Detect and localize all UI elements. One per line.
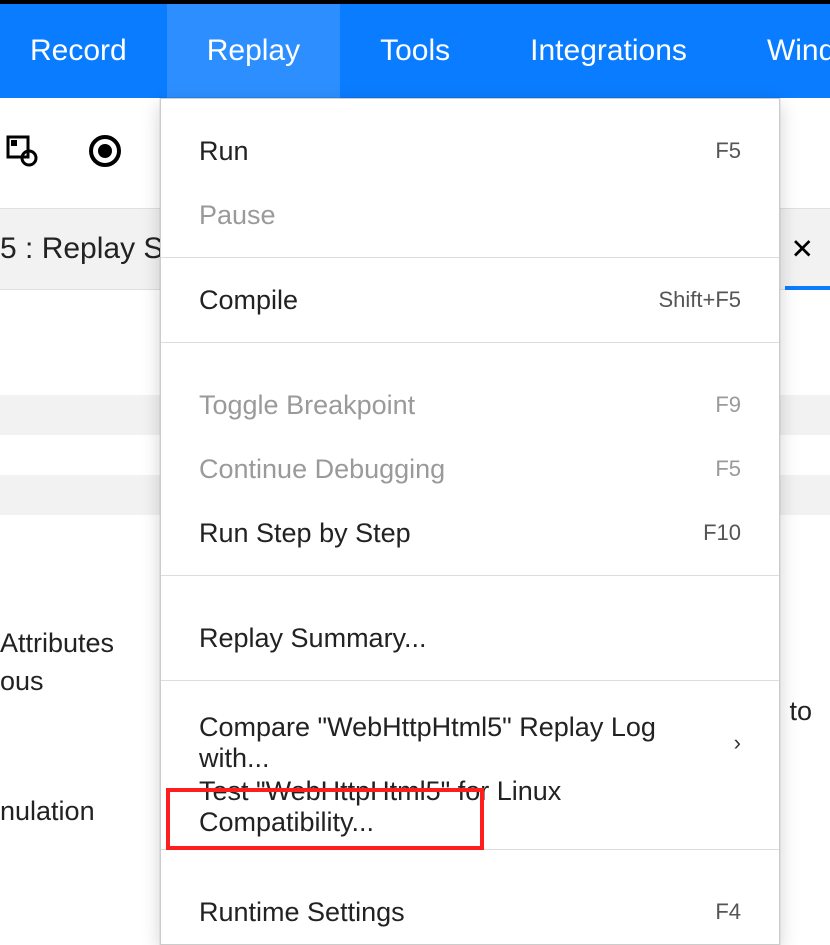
menu-item-runtime-settings-shortcut: F4 — [715, 899, 741, 925]
menu-replay[interactable]: Replay — [167, 4, 340, 98]
attributes-label: Attributes — [0, 628, 114, 659]
ous-fragment: ous — [0, 666, 44, 697]
menu-replay-label: Replay — [207, 34, 300, 68]
menu-item-runtime-settings[interactable]: Runtime Settings F4 — [161, 880, 779, 944]
tab-close-button[interactable]: ✕ — [791, 233, 814, 266]
tab-label-left: 5 : Replay Su — [0, 232, 180, 266]
menu-item-run-step-by-step-label: Run Step by Step — [199, 518, 411, 549]
menu-item-toggle-breakpoint-shortcut: F9 — [715, 392, 741, 418]
menu-item-pause-label: Pause — [199, 200, 276, 231]
menu-item-toggle-breakpoint-label: Toggle Breakpoint — [199, 390, 415, 421]
menu-item-run-step-by-step-shortcut: F10 — [703, 520, 741, 546]
menu-item-test-linux-compat-label: Test "WebHttpHtml5" for Linux Compatibil… — [199, 776, 741, 838]
menu-item-continue-debugging-shortcut: F5 — [715, 456, 741, 482]
menu-item-compile-label: Compile — [199, 285, 298, 316]
to-fragment: to — [789, 696, 812, 727]
menu-item-compile[interactable]: Compile Shift+F5 — [161, 268, 779, 332]
menu-item-run-shortcut: F5 — [715, 138, 741, 164]
menu-integrations[interactable]: Integrations — [490, 4, 727, 98]
menu-item-compile-shortcut: Shift+F5 — [658, 287, 741, 313]
menu-item-pause: Pause — [161, 183, 779, 247]
chevron-right-icon: › — [734, 730, 741, 756]
menu-item-compare-replay-log-label: Compare "WebHttpHtml5" Replay Log with..… — [199, 712, 734, 774]
menu-record-label: Record — [30, 34, 127, 68]
menu-separator — [161, 849, 779, 850]
menu-item-run[interactable]: Run F5 — [161, 119, 779, 183]
menu-separator — [161, 257, 779, 258]
menu-tools-label: Tools — [380, 34, 450, 68]
menu-item-replay-summary[interactable]: Replay Summary... — [161, 606, 779, 670]
menu-tools[interactable]: Tools — [340, 4, 490, 98]
menu-item-continue-debugging: Continue Debugging F5 — [161, 437, 779, 501]
menu-integrations-label: Integrations — [530, 34, 687, 68]
menu-separator — [161, 680, 779, 681]
menu-item-test-linux-compat[interactable]: Test "WebHttpHtml5" for Linux Compatibil… — [161, 775, 779, 839]
menu-item-replay-summary-label: Replay Summary... — [199, 623, 427, 654]
menu-item-run-step-by-step[interactable]: Run Step by Step F10 — [161, 501, 779, 565]
nulation-fragment: nulation — [0, 796, 95, 827]
menu-window[interactable]: Window — [727, 4, 830, 98]
menu-separator — [161, 342, 779, 343]
record-circle-icon[interactable] — [88, 134, 122, 173]
menu-item-toggle-breakpoint: Toggle Breakpoint F9 — [161, 373, 779, 437]
menu-record[interactable]: Record — [0, 4, 167, 98]
menu-window-label: Window — [767, 34, 830, 68]
menu-separator — [161, 575, 779, 576]
menu-item-runtime-settings-label: Runtime Settings — [199, 897, 405, 928]
menu-item-run-label: Run — [199, 136, 249, 167]
main-menubar: Record Replay Tools Integrations Window — [0, 4, 830, 98]
menu-item-continue-debugging-label: Continue Debugging — [199, 454, 445, 485]
menu-item-compare-replay-log[interactable]: Compare "WebHttpHtml5" Replay Log with..… — [161, 711, 779, 775]
record-panel-icon[interactable] — [6, 135, 38, 172]
replay-dropdown: Run F5 Pause Compile Shift+F5 Toggle Bre… — [160, 98, 780, 945]
